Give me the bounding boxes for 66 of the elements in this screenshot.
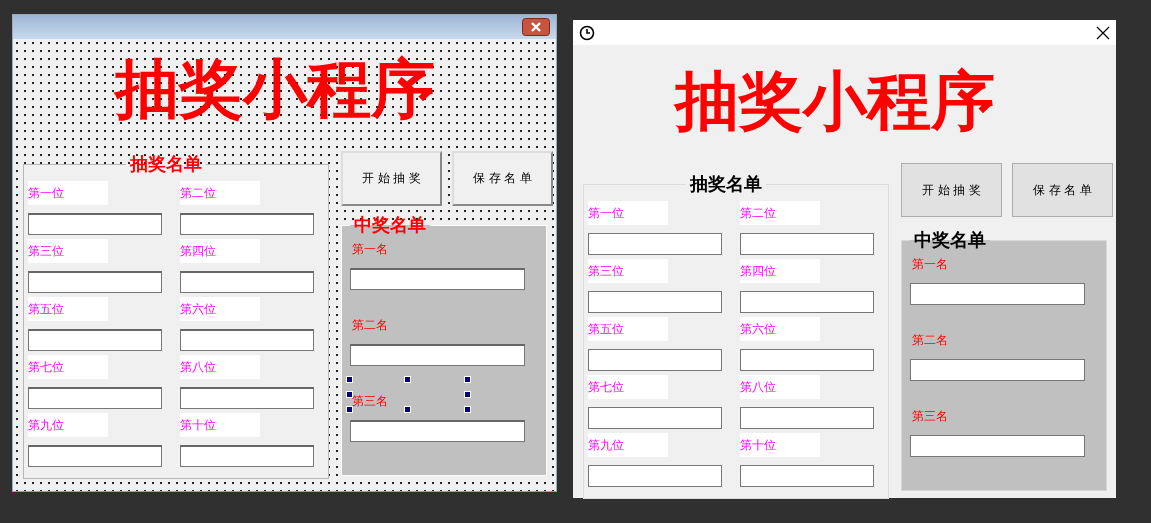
name-field[interactable] xyxy=(740,233,874,255)
winner-label: 第二名 xyxy=(352,318,388,332)
name-label: 第七位 xyxy=(588,375,668,399)
name-field[interactable] xyxy=(588,233,722,255)
frame-legend: 中奖名单 xyxy=(910,231,990,249)
name-field[interactable] xyxy=(28,271,162,293)
name-label: 第四位 xyxy=(740,259,820,283)
close-icon[interactable] xyxy=(1096,25,1110,40)
name-field[interactable] xyxy=(180,213,314,235)
name-field[interactable] xyxy=(740,407,874,429)
name-field[interactable] xyxy=(28,213,162,235)
name-label: 第五位 xyxy=(588,317,668,341)
winner-label: 第三名 xyxy=(912,409,948,423)
program-heading: 抽奖小程序 xyxy=(674,63,995,140)
name-label: 第九位 xyxy=(588,433,668,457)
name-label: 第三位 xyxy=(28,239,108,263)
name-label: 第三位 xyxy=(588,259,668,283)
name-field[interactable] xyxy=(180,329,314,351)
name-field[interactable] xyxy=(588,465,722,487)
action-button[interactable]: 保 存 名 单 xyxy=(452,151,553,206)
action-button[interactable]: 保 存 名 单 xyxy=(1012,163,1113,217)
name-label: 第七位 xyxy=(28,355,108,379)
name-label: 第六位 xyxy=(740,317,820,341)
name-field[interactable] xyxy=(28,387,162,409)
name-field[interactable] xyxy=(740,349,874,371)
winner-field[interactable] xyxy=(350,344,525,366)
action-button[interactable]: 开 始 抽 奖 xyxy=(901,163,1002,217)
name-label: 第十位 xyxy=(740,433,820,457)
name-label: 第一位 xyxy=(588,201,668,225)
frame-legend: 中奖名单 xyxy=(350,216,430,234)
action-button[interactable]: 开 始 抽 奖 xyxy=(341,151,442,206)
clock-icon xyxy=(579,24,595,41)
close-icon[interactable] xyxy=(522,18,550,36)
winner-field[interactable] xyxy=(350,268,525,290)
name-field[interactable] xyxy=(588,291,722,313)
name-label: 第一位 xyxy=(28,181,108,205)
winner-label: 第二名 xyxy=(912,333,948,347)
frame-legend: 抽奖名单 xyxy=(686,175,766,193)
name-label: 第十位 xyxy=(180,413,260,437)
name-label: 第五位 xyxy=(28,297,108,321)
name-field[interactable] xyxy=(588,407,722,429)
name-label: 第八位 xyxy=(740,375,820,399)
winner-label: 第一名 xyxy=(912,257,948,271)
selection-handles[interactable] xyxy=(346,376,470,412)
name-field[interactable] xyxy=(28,445,162,467)
winner-field[interactable] xyxy=(910,435,1085,457)
winner-label: 第一名 xyxy=(352,242,388,256)
name-field[interactable] xyxy=(180,387,314,409)
name-field[interactable] xyxy=(740,291,874,313)
name-field[interactable] xyxy=(588,349,722,371)
winner-label: 第三名 xyxy=(352,394,388,408)
name-field[interactable] xyxy=(180,271,314,293)
name-field[interactable] xyxy=(740,465,874,487)
winner-field[interactable] xyxy=(350,420,525,442)
name-field[interactable] xyxy=(28,329,162,351)
program-heading: 抽奖小程序 xyxy=(114,51,435,128)
name-field[interactable] xyxy=(180,445,314,467)
frame-legend: 抽奖名单 xyxy=(126,155,206,173)
name-label: 第八位 xyxy=(180,355,260,379)
name-label: 第二位 xyxy=(740,201,820,225)
name-label: 第九位 xyxy=(28,413,108,437)
name-label: 第四位 xyxy=(180,239,260,263)
winner-field[interactable] xyxy=(910,283,1085,305)
winner-field[interactable] xyxy=(910,359,1085,381)
name-label: 第二位 xyxy=(180,181,260,205)
name-label: 第六位 xyxy=(180,297,260,321)
